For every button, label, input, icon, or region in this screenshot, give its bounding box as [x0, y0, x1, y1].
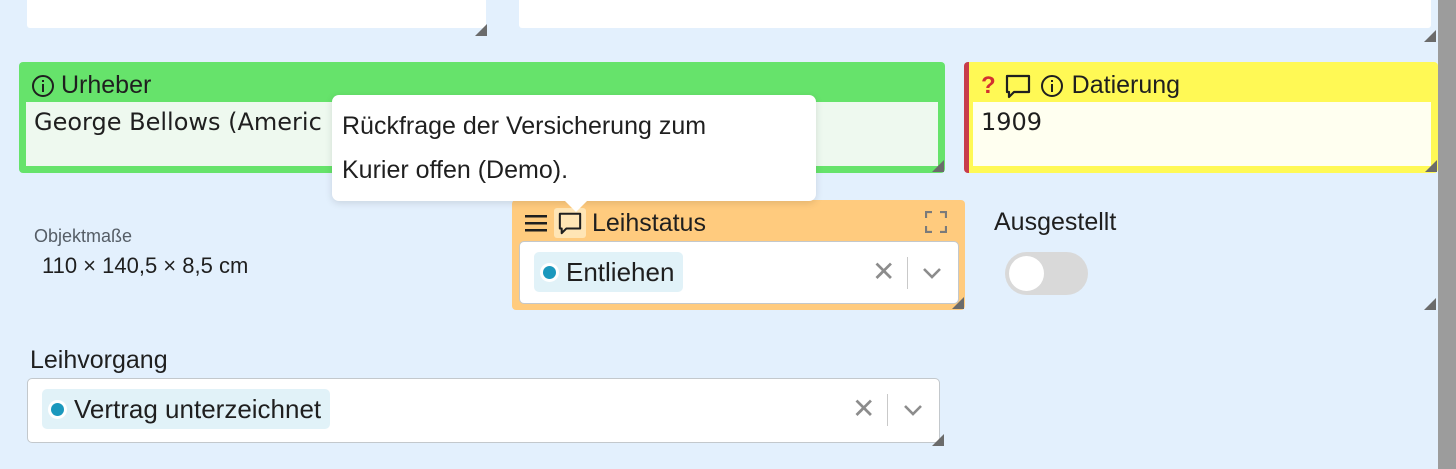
field-label: Datierung [1071, 71, 1181, 99]
expand-icon[interactable] [925, 211, 947, 233]
menu-icon[interactable] [524, 212, 548, 234]
field-header: ? Datierung [981, 71, 1180, 100]
divider [887, 394, 888, 426]
objektmasse-value: 110 × 140,5 × 8,5 cm [42, 253, 249, 278]
resize-handle[interactable] [475, 24, 487, 36]
toggle-knob [1009, 256, 1044, 291]
tooltip-arrow [565, 201, 587, 212]
field-top-right[interactable] [519, 0, 1431, 28]
chevron-down-icon[interactable] [919, 260, 945, 286]
ausgestellt-toggle[interactable] [1005, 252, 1088, 295]
field-top-left[interactable] [27, 0, 487, 36]
field-label: Urheber [61, 71, 152, 99]
resize-handle[interactable] [1424, 30, 1436, 42]
comment-icon[interactable] [1004, 73, 1032, 99]
comment-tooltip: Rückfrage der Versicherung zum Kurier of… [332, 95, 816, 212]
leihstatus-select[interactable]: Entliehen ✕ [519, 241, 959, 304]
field-leihstatus: Leihstatus Entliehen ✕ [512, 200, 965, 310]
scrollbar[interactable] [1438, 0, 1456, 469]
leihvorgang-label: Leihvorgang [30, 346, 168, 374]
tooltip-line: Rückfrage der Versicherung zum [342, 112, 707, 140]
leihvorgang-select[interactable]: Vertrag unterzeichnet ✕ [27, 378, 940, 443]
resize-handle[interactable] [1425, 160, 1437, 172]
comment-icon [558, 212, 582, 235]
clear-icon[interactable]: ✕ [852, 393, 875, 425]
divider [907, 257, 908, 289]
selected-chip: Entliehen [534, 252, 684, 292]
field-header: Urheber [31, 71, 151, 100]
comment-button[interactable] [554, 208, 586, 238]
selected-chip: Vertrag unterzeichnet [42, 389, 331, 429]
status-dot [543, 265, 556, 279]
question-flag[interactable]: ? [981, 72, 996, 100]
resize-handle[interactable] [952, 297, 964, 309]
field-header: Leihstatus [524, 208, 706, 238]
ausgestellt-label: Ausgestellt [994, 208, 1117, 236]
tooltip-line: Kurier offen (Demo). [342, 156, 569, 184]
chip-label: Vertrag unterzeichnet [74, 393, 322, 424]
chip-label: Entliehen [566, 256, 675, 287]
resize-handle[interactable] [932, 160, 944, 172]
datierung-input[interactable]: 1909 [973, 102, 1431, 166]
info-icon[interactable] [1040, 74, 1064, 98]
field-datierung: ? Datierung 1909 [964, 62, 1438, 173]
resize-handle[interactable] [932, 434, 944, 446]
field-label: Leihstatus [592, 208, 706, 237]
objektmasse-label: Objektmaße [34, 226, 133, 246]
status-dot [51, 402, 64, 416]
clear-icon[interactable]: ✕ [872, 256, 895, 288]
resize-handle[interactable] [1424, 298, 1436, 310]
chevron-down-icon[interactable] [900, 397, 926, 423]
info-icon[interactable] [31, 74, 55, 98]
